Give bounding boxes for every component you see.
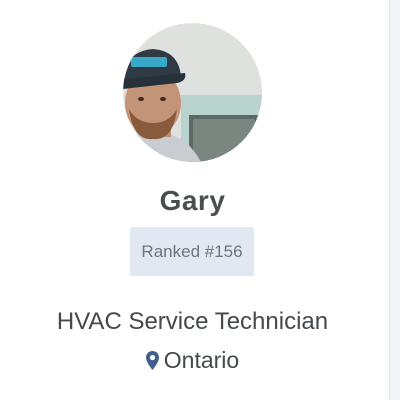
map-pin-icon [145, 350, 159, 370]
scrollbar-track[interactable] [389, 0, 400, 400]
avatar[interactable] [123, 23, 262, 162]
profile-page: Gary Ranked #156 HVAC Service Technician… [0, 0, 400, 400]
rank-label: Ranked #156 [141, 241, 243, 261]
profile-name: Gary [159, 185, 226, 216]
avatar-photo-icon [123, 23, 262, 162]
location: Ontario [0, 345, 385, 375]
rank-badge: Ranked #156 [130, 227, 254, 276]
profile-card: Gary Ranked #156 HVAC Service Technician… [0, 0, 385, 400]
job-title: HVAC Service Technician [56, 308, 329, 335]
location-label: Ontario [163, 347, 240, 373]
